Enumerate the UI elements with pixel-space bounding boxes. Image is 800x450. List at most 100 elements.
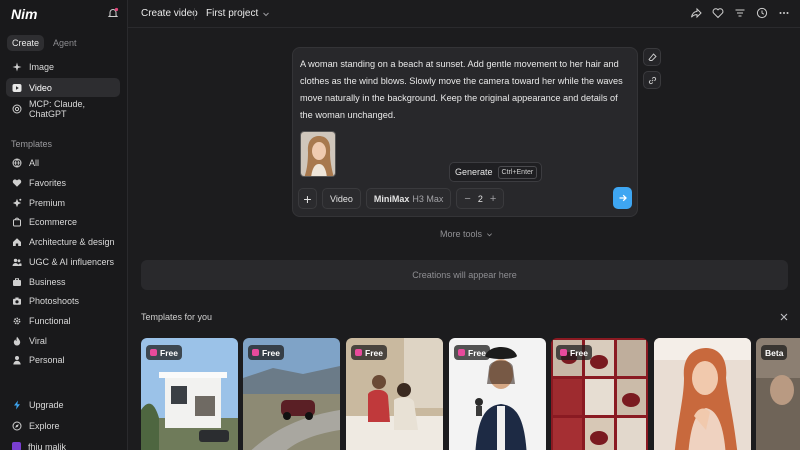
play-icon	[12, 83, 22, 92]
sidebar-item-label: Architecture & design	[29, 236, 115, 247]
history-icon[interactable]	[756, 7, 768, 19]
sidebar-item-label: Functional	[29, 315, 71, 326]
badge-icon	[355, 349, 362, 356]
creations-placeholder: Creations will appear here	[141, 260, 788, 290]
erase-button[interactable]	[643, 48, 661, 66]
add-attachment-button[interactable]: +	[298, 188, 317, 209]
sidebar-item-label: Explore	[29, 420, 60, 431]
link-icon	[648, 76, 656, 84]
badge-label: Free	[468, 347, 486, 358]
sidebar: Nim Create Agent Image Video MCP: Claude…	[0, 0, 128, 450]
generate-button[interactable]	[613, 187, 632, 209]
page-title: Create video	[141, 8, 198, 19]
sidebar-item-label: Viral	[29, 335, 47, 346]
users-icon	[12, 258, 22, 266]
prompt-textarea[interactable]: A woman standing on a beach at sunset. A…	[300, 56, 630, 124]
app-logo[interactable]: Nim	[11, 6, 37, 22]
sidebar-item-premium[interactable]: Premium	[6, 193, 120, 212]
sparkle-icon	[12, 62, 22, 71]
badge-label: Free	[570, 347, 588, 358]
sidebar-item-video[interactable]: Video	[6, 78, 120, 97]
increment-button[interactable]: +	[490, 193, 496, 205]
mode-agent-tab[interactable]: Agent	[48, 35, 82, 51]
count-value: 2	[477, 193, 483, 204]
model-selector-button[interactable]: MiniMax H3 Max	[365, 188, 452, 209]
template-card[interactable]: Free	[449, 338, 546, 450]
link-button[interactable]	[643, 71, 661, 89]
chevron-down-icon	[487, 232, 493, 236]
badge-label: Beta	[765, 347, 784, 358]
heart-icon	[12, 178, 22, 187]
sidebar-item-functional[interactable]: Functional	[6, 311, 120, 330]
compass-icon	[12, 421, 22, 430]
sidebar-item-favorites[interactable]: Favorites	[6, 173, 120, 192]
sidebar-item-explore[interactable]: Explore	[6, 416, 120, 435]
bolt-icon	[14, 400, 20, 409]
decrement-button[interactable]: −	[464, 193, 470, 205]
template-card[interactable]: Free	[141, 338, 238, 450]
sidebar-item-image[interactable]: Image	[6, 57, 120, 76]
sidebar-item-mcp[interactable]: MCP: Claude, ChatGPT	[6, 98, 120, 119]
sidebar-item-label: Photoshoots	[29, 295, 80, 306]
sidebar-item-label: All	[29, 157, 40, 168]
template-card[interactable]: Free	[346, 338, 443, 450]
sidebar-item-all[interactable]: All	[6, 153, 120, 172]
eraser-icon	[647, 52, 657, 61]
templates-heading: Templates for you	[141, 312, 213, 322]
sidebar-item-label: MCP: Claude, ChatGPT	[29, 98, 86, 119]
briefcase-icon	[13, 277, 21, 286]
close-icon[interactable]	[779, 312, 789, 322]
template-card[interactable]	[654, 338, 751, 450]
generate-tooltip: Generate Ctrl+Enter	[449, 162, 543, 182]
templates-section-label: Templates	[11, 139, 53, 149]
template-badge: Beta	[761, 345, 788, 360]
topbar-actions	[690, 7, 790, 19]
badge-icon	[252, 349, 259, 356]
template-card[interactable]: Free	[551, 338, 648, 450]
cart-icon	[13, 217, 21, 226]
template-badge: Free	[248, 345, 284, 360]
sidebar-item-account[interactable]: fhiu malik	[6, 437, 120, 450]
mode-create-tab[interactable]: Create	[7, 35, 45, 51]
sidebar-item-photoshoots[interactable]: Photoshoots	[6, 291, 120, 310]
person-icon	[13, 355, 21, 364]
mode-selector-button[interactable]: Video	[322, 188, 361, 209]
camera-icon	[13, 297, 21, 305]
sidebar-item-personal[interactable]: Personal	[6, 350, 120, 369]
sidebar-item-label: Personal	[29, 354, 65, 365]
mode-switch: Create Agent	[7, 35, 82, 51]
filter-icon[interactable]	[734, 7, 746, 19]
sidebar-item-business[interactable]: Business	[6, 272, 120, 291]
sidebar-item-ugc[interactable]: UGC & AI influencers	[6, 252, 120, 271]
sidebar-item-upgrade[interactable]: Upgrade	[6, 395, 120, 414]
badge-icon	[150, 349, 157, 356]
mcp-icon	[12, 104, 22, 113]
globe-icon	[12, 158, 22, 167]
project-selector[interactable]: First project	[206, 8, 270, 19]
shortcut-badge: Ctrl+Enter	[497, 165, 538, 179]
template-card[interactable]: Beta	[756, 338, 800, 450]
arrow-right-icon	[619, 194, 627, 202]
sidebar-item-ecommerce[interactable]: Ecommerce	[6, 212, 120, 231]
sidebar-item-label: Video	[29, 82, 52, 93]
prompt-panel[interactable]: A woman standing on a beach at sunset. A…	[292, 47, 638, 217]
bell-icon[interactable]	[107, 7, 119, 19]
template-badge: Free	[351, 345, 387, 360]
project-name: First project	[206, 8, 259, 19]
more-icon[interactable]	[778, 7, 790, 19]
sidebar-item-label: Upgrade	[29, 399, 64, 410]
more-tools-toggle[interactable]: More tools	[440, 229, 493, 239]
model-variant: H3 Max	[412, 193, 444, 204]
sidebar-item-viral[interactable]: Viral	[6, 331, 120, 350]
template-card[interactable]: Free	[243, 338, 340, 450]
reference-image-thumbnail[interactable]	[300, 131, 336, 177]
templates-carousel: Free Free Free Free Free Beta	[141, 338, 800, 450]
user-badge-icon	[12, 442, 21, 450]
sidebar-item-architecture[interactable]: Architecture & design	[6, 232, 120, 251]
count-stepper: − 2 +	[456, 188, 505, 209]
heart-outline-icon[interactable]	[712, 7, 724, 19]
template-badge: Free	[556, 345, 592, 360]
share-icon[interactable]	[690, 7, 702, 19]
sidebar-item-label: Ecommerce	[29, 216, 78, 227]
topbar-divider	[194, 8, 195, 20]
